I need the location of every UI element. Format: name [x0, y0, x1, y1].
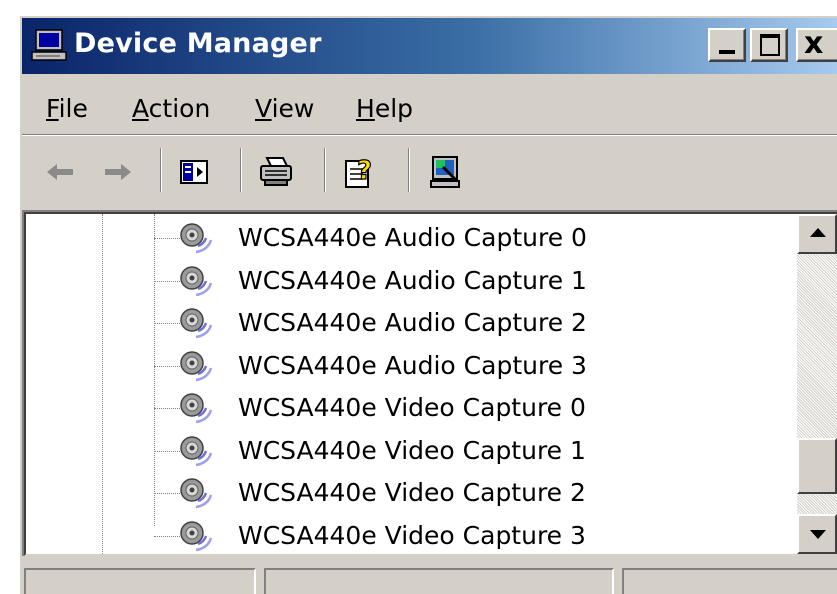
menu-help[interactable]: Help: [356, 94, 413, 123]
device-tree-panel: WCSA440e Audio Capture 0 WCSA440e Audio C…: [22, 210, 837, 556]
help-button[interactable]: ?: [338, 152, 382, 192]
menu-view[interactable]: View: [255, 94, 314, 123]
tree-connector-line: [154, 238, 180, 239]
print-icon: [260, 157, 292, 186]
sound-device-icon: [180, 520, 213, 551]
menu-action[interactable]: Action: [132, 94, 210, 123]
menu-bar: File Action View Help: [22, 86, 837, 132]
tree-item[interactable]: WCSA440e Video Capture 3: [154, 516, 794, 556]
tree-connector-line: [154, 450, 180, 452]
device-model-name: WCSA440e: [238, 308, 377, 337]
tree-connector-line: [154, 493, 180, 494]
device-function-name: Audio Capture 1: [384, 265, 587, 295]
status-bar: [22, 564, 837, 594]
down-arrow-icon: [810, 530, 826, 539]
sound-device-icon: [180, 223, 213, 254]
tree-connector-line: [102, 214, 103, 554]
scroll-down-button[interactable]: [797, 514, 837, 554]
tree-item-label: WCSA440e Audio Capture 0: [238, 223, 587, 252]
title-bar[interactable]: Device Manager x: [22, 18, 837, 74]
tree-item[interactable]: WCSA440e Video Capture 1: [154, 431, 794, 471]
back-arrow-icon: [47, 164, 73, 180]
status-pane: [264, 568, 614, 594]
computer-icon: [31, 29, 67, 61]
tree-item[interactable]: WCSA440e Audio Capture 2: [154, 303, 794, 343]
tree-item[interactable]: WCSA440e Audio Capture 1: [154, 261, 794, 301]
status-pane: [24, 568, 256, 594]
tree-item[interactable]: WCSA440e Audio Capture 0: [154, 218, 794, 258]
scan-hardware-icon: [430, 156, 460, 188]
tree-item-label: WCSA440e Video Capture 3: [238, 521, 586, 550]
tree-connector-line: [154, 365, 180, 367]
forward-arrow-icon: [105, 164, 131, 180]
toolbar-divider: [22, 134, 837, 136]
show-hide-tree-button[interactable]: [172, 152, 216, 192]
tree-item-label: WCSA440e Video Capture 2: [238, 478, 586, 507]
sound-device-icon: [180, 265, 213, 296]
tree-connector-line: [154, 323, 180, 324]
menu-file[interactable]: File: [46, 94, 88, 123]
toolbar-separator: [160, 148, 162, 192]
tree-connector-line: [154, 535, 180, 537]
tree-item-label: WCSA440e Video Capture 1: [238, 436, 586, 465]
minimize-button[interactable]: [708, 28, 746, 62]
sound-device-icon: [180, 478, 213, 509]
show-hide-console-tree-icon: [180, 160, 208, 184]
toolbar: ?: [22, 142, 837, 202]
print-button[interactable]: [254, 152, 298, 192]
svg-text:?: ?: [357, 156, 372, 186]
device-model-name: WCSA440e: [238, 393, 377, 422]
tree-connector-line: [154, 408, 180, 409]
back-button[interactable]: [38, 152, 82, 192]
status-pane: [622, 568, 837, 594]
window-title: Device Manager: [74, 28, 322, 59]
forward-button[interactable]: [96, 152, 140, 192]
tree-item-label: WCSA440e Audio Capture 1: [238, 266, 587, 295]
tree-item[interactable]: WCSA440e Audio Capture 3: [154, 346, 794, 386]
sound-device-icon: [180, 435, 213, 466]
device-model-name: WCSA440e: [238, 478, 377, 507]
device-model-name: WCSA440e: [238, 435, 377, 465]
toolbar-separator: [408, 148, 410, 192]
maximize-button[interactable]: [750, 28, 788, 62]
device-function-name: Video Capture 0: [384, 393, 586, 422]
vertical-scrollbar[interactable]: [797, 214, 837, 554]
tree-item-label: WCSA440e Audio Capture 3: [238, 351, 587, 380]
device-model-name: WCSA440e: [238, 520, 377, 550]
tree-item[interactable]: WCSA440e Video Capture 0: [154, 388, 794, 428]
device-manager-window: Device Manager x File Action View Help ?…: [18, 14, 837, 594]
sound-device-icon: [180, 393, 213, 424]
close-label: x: [804, 26, 824, 61]
help-icon: ?: [345, 155, 373, 188]
device-function-name: Audio Capture 0: [384, 223, 587, 252]
up-arrow-icon: [810, 228, 826, 237]
device-function-name: Video Capture 2: [384, 478, 586, 507]
tree-item-label: WCSA440e Video Capture 0: [238, 393, 586, 422]
close-button[interactable]: x: [796, 26, 837, 62]
sound-device-icon: [180, 350, 213, 381]
tree-connector-line: [154, 280, 180, 282]
device-model-name: WCSA440e: [238, 265, 377, 295]
scroll-thumb[interactable]: [797, 438, 837, 494]
device-function-name: Audio Capture 2: [384, 308, 587, 337]
toolbar-separator: [324, 148, 326, 192]
device-function-name: Video Capture 1: [384, 435, 586, 465]
toolbar-separator: [240, 148, 242, 192]
sound-device-icon: [180, 308, 213, 339]
tree-item-label: WCSA440e Audio Capture 2: [238, 308, 587, 337]
device-tree[interactable]: WCSA440e Audio Capture 0 WCSA440e Audio C…: [24, 212, 837, 556]
device-model-name: WCSA440e: [238, 350, 377, 380]
device-model-name: WCSA440e: [238, 223, 377, 252]
scan-hardware-button[interactable]: [424, 152, 468, 192]
device-function-name: Audio Capture 3: [384, 350, 587, 380]
scroll-up-button[interactable]: [797, 214, 837, 254]
device-function-name: Video Capture 3: [384, 520, 586, 550]
tree-item[interactable]: WCSA440e Video Capture 2: [154, 473, 794, 513]
